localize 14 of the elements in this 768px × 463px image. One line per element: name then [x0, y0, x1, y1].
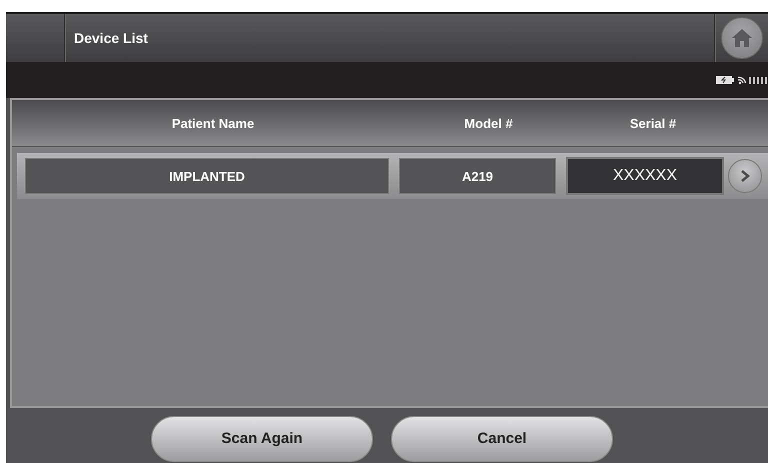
home-button[interactable] [721, 17, 763, 59]
home-icon [731, 28, 753, 48]
footer-button[interactable]: Cancel [391, 416, 613, 462]
open-button[interactable] [728, 159, 762, 193]
window-title: Device List [74, 30, 148, 46]
column-header: Model # [463, 116, 514, 130]
column-header: Serial # [628, 116, 678, 130]
column-header: Patient Name [170, 116, 256, 130]
table-cell: A219 [399, 158, 556, 194]
status-icons [716, 75, 768, 85]
table-cell: XXXXXX [566, 157, 724, 195]
footer-button[interactable]: Scan Again [151, 416, 373, 462]
device-row[interactable]: IMPLANTED A219 XXXXXX [17, 153, 768, 199]
table-cell: IMPLANTED [25, 158, 389, 194]
